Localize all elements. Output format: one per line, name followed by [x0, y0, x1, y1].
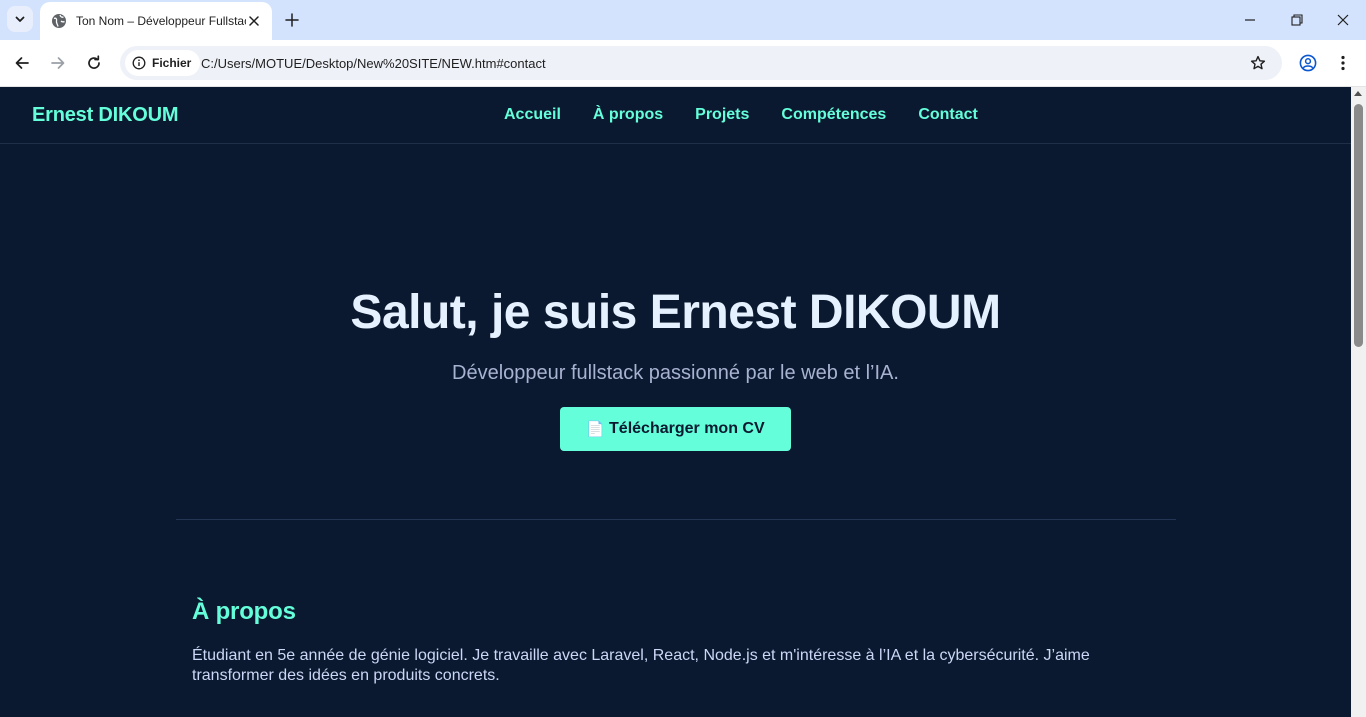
browser-tab-active[interactable]: Ton Nom – Développeur Fullstack: [40, 2, 272, 40]
reload-icon: [88, 55, 100, 69]
forward-button[interactable]: [47, 52, 69, 74]
site-brand[interactable]: Ernest DIKOUM: [32, 87, 179, 143]
nav-link-competences[interactable]: Compétences: [781, 106, 886, 124]
security-chip-label: Fichier: [152, 56, 192, 70]
tab-title: Ton Nom – Développeur Fullstack: [76, 14, 246, 28]
hero-subtitle: Développeur fullstack passionné par le w…: [452, 362, 899, 384]
hero-title: Salut, je suis Ernest DIKOUM: [350, 286, 1001, 339]
site-info-chip[interactable]: Fichier: [125, 50, 201, 76]
minimize-icon: [1245, 19, 1255, 21]
minimize-button[interactable]: [1240, 10, 1260, 30]
tab-search-button[interactable]: [7, 6, 33, 32]
nav-link-a-propos[interactable]: À propos: [593, 106, 663, 124]
plus-icon: [285, 13, 299, 27]
about-text: Étudiant en 5e année de génie logiciel. …: [192, 647, 1090, 684]
chevron-down-icon: [15, 16, 25, 22]
back-button[interactable]: [11, 52, 33, 74]
close-window-button[interactable]: [1333, 10, 1353, 30]
page-scrollbar[interactable]: [1351, 87, 1366, 717]
document-icon: 📄: [586, 421, 606, 438]
browser-toolbar: Fichier C:/Users/MOTUE/Desktop/New%20SIT…: [0, 40, 1366, 87]
scrollbar-thumb[interactable]: [1354, 104, 1363, 347]
account-circle-icon: [1299, 54, 1317, 72]
scroll-up-arrow-icon[interactable]: [1354, 91, 1362, 96]
info-icon: [132, 56, 146, 70]
close-icon: [1337, 14, 1349, 26]
reload-button[interactable]: [83, 52, 105, 74]
restore-button[interactable]: [1287, 10, 1307, 30]
site-nav: Accueil À propos Projets Compétences Con…: [504, 87, 978, 143]
more-vertical-icon: [1341, 55, 1345, 71]
address-bar[interactable]: Fichier C:/Users/MOTUE/Desktop/New%20SIT…: [120, 46, 1282, 80]
nav-link-contact[interactable]: Contact: [918, 106, 978, 124]
page-viewport: Ernest DIKOUM Accueil À propos Projets C…: [0, 87, 1351, 717]
arrow-right-icon: [51, 57, 65, 69]
close-icon[interactable]: [246, 13, 262, 29]
browser-menu-button[interactable]: [1333, 52, 1353, 74]
bookmark-star-icon[interactable]: [1248, 53, 1268, 73]
new-tab-button[interactable]: [282, 10, 302, 30]
profile-button[interactable]: [1297, 52, 1319, 74]
globe-icon: [51, 13, 67, 29]
restore-icon: [1291, 14, 1303, 26]
nav-link-projets[interactable]: Projets: [695, 106, 749, 124]
site-header: Ernest DIKOUM Accueil À propos Projets C…: [0, 87, 1351, 144]
nav-link-accueil[interactable]: Accueil: [504, 106, 561, 124]
download-cv-button[interactable]: 📄 Télécharger mon CV: [560, 407, 791, 451]
tab-strip: Ton Nom – Développeur Fullstack: [0, 0, 1366, 40]
section-divider: [176, 519, 1176, 520]
arrow-left-icon: [15, 57, 29, 69]
download-cv-label: Télécharger mon CV: [609, 420, 765, 437]
url-text[interactable]: C:/Users/MOTUE/Desktop/New%20SITE/NEW.ht…: [201, 46, 546, 80]
about-title: À propos: [192, 598, 296, 625]
